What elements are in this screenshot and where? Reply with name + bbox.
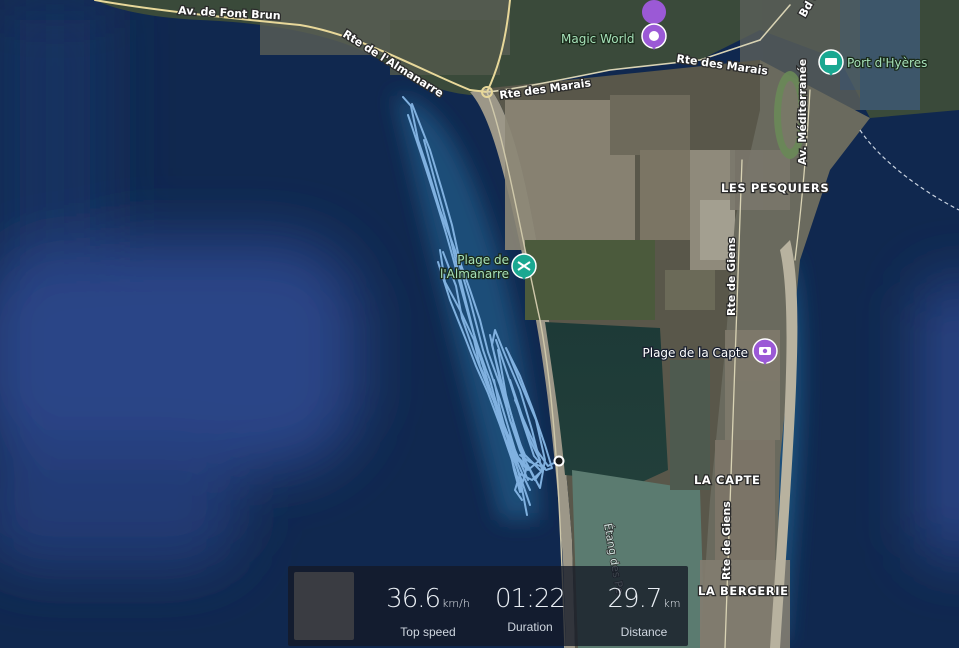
top-speed-value: 36.6: [386, 584, 441, 614]
poi-label-plage-almanarre-2: l'Almanarre: [440, 267, 509, 281]
poi-label-plage-capte: Plage de la Capte: [643, 346, 749, 360]
distance-value: 29.7: [607, 584, 663, 614]
poi-label-plage-almanarre-1: Plage de: [457, 253, 509, 267]
duration-label: Duration: [507, 620, 553, 634]
top-speed-label: Top speed: [400, 625, 456, 639]
marina: [860, 0, 920, 110]
top-speed-unit: km/h: [442, 597, 470, 610]
poi-label-port-hyeres: Port d'Hyères: [847, 56, 927, 70]
thumbnail[interactable]: [294, 572, 354, 640]
road-label-giens-2: Rte de Giens: [720, 501, 733, 580]
place-label-la-capte: LA CAPTE: [694, 473, 761, 487]
place-label-pesquiers: LES PESQUIERS: [721, 181, 829, 195]
duration-value: 01:22: [495, 584, 566, 614]
place-label-la-bergerie: LA BERGERIE: [698, 584, 789, 598]
stat-duration: 01:22 Duration: [480, 584, 580, 634]
road-label-mediterranee: Av. Méditerranée: [796, 59, 809, 165]
track-end-marker[interactable]: [553, 455, 565, 467]
distance-unit: km: [663, 597, 681, 610]
poi-label-magic-world: Magic World: [561, 32, 634, 46]
salt-basin: [670, 360, 710, 490]
stat-top-speed: 36.6 km/h Top speed: [378, 584, 478, 639]
road-label-giens-1: Rte de Giens: [725, 237, 738, 316]
satellite-map[interactable]: Av. de Font Brun Rte de l'Almanarre Rte …: [0, 0, 959, 648]
stat-distance: 29.7 km Distance: [594, 584, 694, 639]
distance-label: Distance: [620, 625, 668, 639]
stats-panel: 36.6 km/h Top speed 01:22 Duration 29.7 km…: [288, 566, 688, 646]
